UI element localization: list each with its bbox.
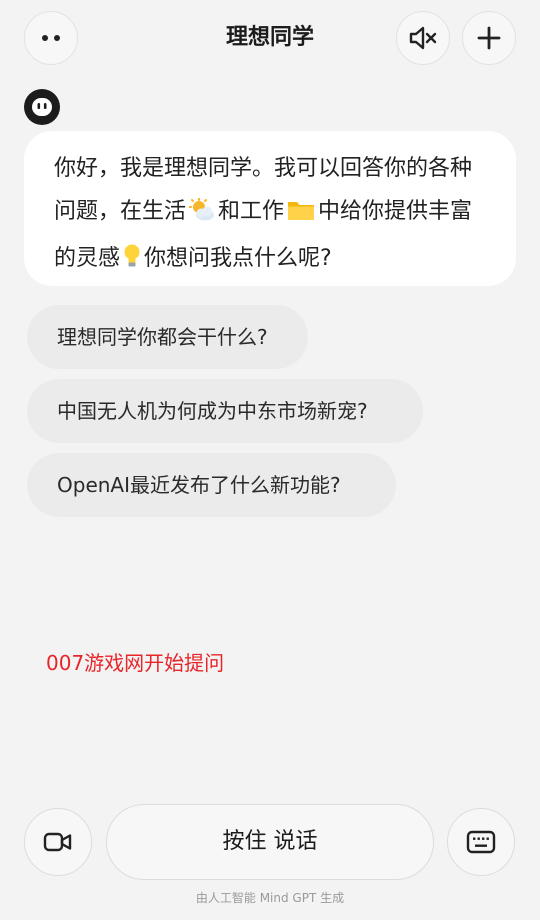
- greeting-text: 你想问我点什么呢?: [144, 246, 332, 271]
- mute-button[interactable]: [396, 11, 450, 65]
- watermark-text: 007游戏网开始提问: [46, 651, 225, 675]
- chat-screen: 理想同学 你好，我是理想同学。我可以回答你的各种问题，在生活 和工作 中给你提供…: [0, 0, 540, 920]
- speaker-muted-icon: [409, 26, 437, 50]
- sun-behind-cloud-icon: [188, 194, 215, 237]
- suggestion-chip[interactable]: OpenAI最近发布了什么新功能?: [27, 453, 396, 517]
- ai-disclaimer: 由人工智能 Mind GPT 生成: [195, 891, 345, 905]
- menu-button[interactable]: [24, 11, 78, 65]
- light-bulb-icon: [123, 241, 141, 284]
- video-call-button[interactable]: [24, 808, 92, 876]
- new-chat-button[interactable]: [462, 11, 516, 65]
- suggestion-chip[interactable]: 理想同学你都会干什么?: [27, 305, 308, 369]
- greeting-text: 和工作: [218, 199, 285, 224]
- keyboard-button[interactable]: [447, 808, 515, 876]
- folder-icon: [287, 194, 315, 237]
- greeting-message: 你好，我是理想同学。我可以回答你的各种问题，在生活 和工作 中给你提供丰富的灵感…: [24, 131, 516, 286]
- video-camera-icon: [43, 832, 72, 852]
- plus-icon: [477, 26, 501, 50]
- robot-face-icon: [32, 98, 52, 116]
- more-dots-icon: [42, 35, 60, 41]
- page-title: 理想同学: [225, 25, 314, 50]
- hold-to-talk-button[interactable]: 按住 说话: [106, 804, 434, 880]
- suggestion-chip[interactable]: 中国无人机为何成为中东市场新宠?: [27, 379, 423, 443]
- keyboard-icon: [466, 830, 496, 854]
- assistant-avatar: [24, 89, 60, 125]
